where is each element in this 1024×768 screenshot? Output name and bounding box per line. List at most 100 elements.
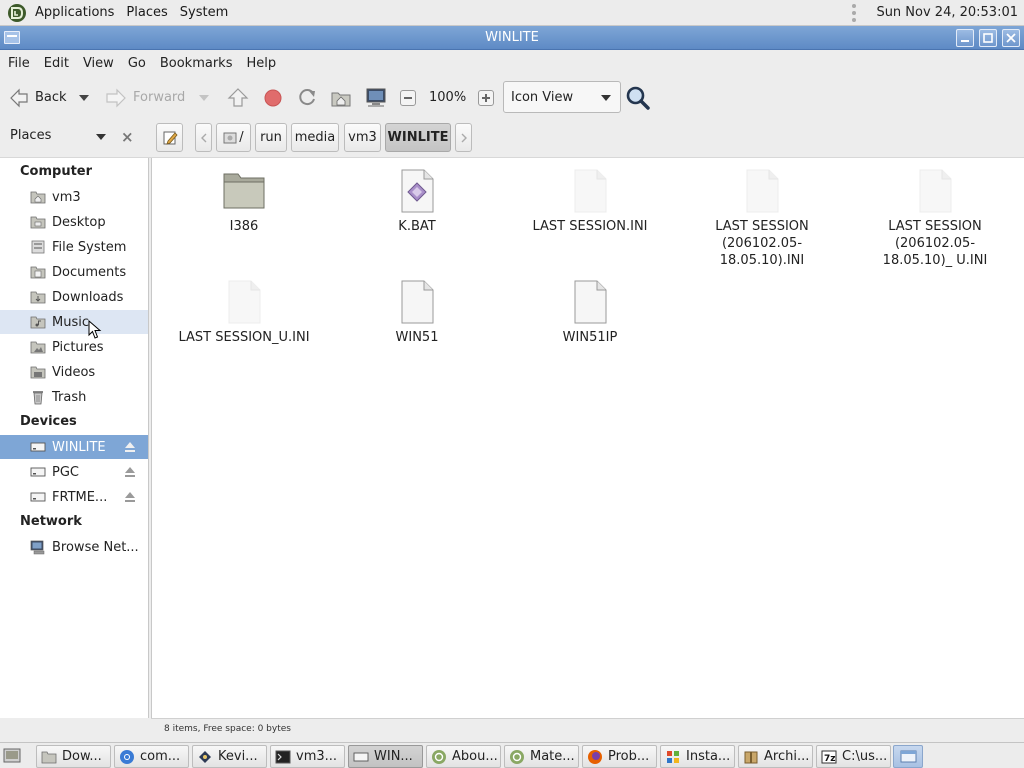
close-icon	[1006, 33, 1016, 43]
task-firefox[interactable]: Prob...	[582, 745, 657, 768]
zoom-level[interactable]: 100%	[429, 77, 466, 118]
task-archive[interactable]: Archi...	[738, 745, 813, 768]
forward-history-dropdown[interactable]	[198, 77, 210, 118]
breadcrumb-run[interactable]: run	[255, 123, 287, 152]
file-item-win51[interactable]: WIN51	[332, 279, 502, 346]
menu-edit[interactable]: Edit	[36, 50, 75, 77]
sidebar-item-videos[interactable]: Videos	[0, 360, 148, 384]
file-view[interactable]: I386 K.BAT LAST SESSION.INI LAST SESSION…	[151, 158, 1024, 718]
file-item-last-session-u-ini[interactable]: LAST SESSION_U.INI	[159, 279, 329, 346]
toggle-location-entry-button[interactable]	[156, 123, 183, 152]
sidebar-heading-network: Network	[20, 514, 82, 529]
zoom-in-button[interactable]	[478, 77, 494, 118]
sidebar-item-downloads[interactable]: Downloads	[0, 285, 148, 309]
breadcrumb-winlite[interactable]: WINLITE	[385, 123, 451, 152]
minimize-button[interactable]	[956, 29, 974, 47]
task-installer[interactable]: Insta...	[660, 745, 735, 768]
task-label: C:\us...	[842, 749, 888, 764]
maximize-button[interactable]	[979, 29, 997, 47]
menu-file[interactable]: File	[0, 50, 36, 77]
sidebar-item-trash[interactable]: Trash	[0, 385, 148, 409]
close-button[interactable]	[1002, 29, 1020, 47]
menu-go[interactable]: Go	[120, 50, 152, 77]
document-file-icon	[401, 280, 434, 324]
chevron-down-icon[interactable]	[96, 134, 106, 140]
file-item-last-session-dated-u-ini[interactable]: LAST SESSION (206102.05-18.05.10)_ U.INI	[850, 168, 1020, 269]
distro-logo-icon[interactable]	[7, 3, 27, 23]
close-sidebar-icon[interactable]: ×	[121, 128, 134, 146]
stop-button[interactable]	[263, 77, 283, 118]
file-item-i386[interactable]: I386	[159, 168, 329, 235]
breadcrumb-media[interactable]: media	[291, 123, 339, 152]
file-item-last-session-dated-ini[interactable]: LAST SESSION (206102.05-18.05.10).INI	[677, 168, 847, 269]
folder-icon	[223, 173, 265, 209]
view-mode-select[interactable]: Icon View	[503, 81, 621, 113]
task-mate[interactable]: Mate...	[504, 745, 579, 768]
system-menu[interactable]: System	[174, 0, 234, 26]
back-button[interactable]: Back	[8, 77, 67, 118]
zoom-out-button[interactable]	[400, 77, 416, 118]
eject-icon[interactable]	[124, 441, 136, 453]
sidebar-item-music[interactable]: Music	[0, 310, 148, 334]
panel-grip	[852, 4, 856, 22]
breadcrumb-scroll-left[interactable]	[195, 123, 212, 152]
videos-folder-icon	[30, 366, 46, 379]
sidebar-item-winlite[interactable]: WINLITE	[0, 435, 148, 459]
stop-icon	[264, 89, 282, 106]
sidebar-item-pictures[interactable]: Pictures	[0, 335, 148, 359]
forward-button[interactable]: Forward	[104, 77, 185, 118]
forward-arrow-icon	[106, 88, 126, 107]
sidebar-item-desktop[interactable]: Desktop	[0, 210, 148, 234]
file-name: LAST SESSION_U.INI	[178, 330, 310, 345]
places-menu[interactable]: Places	[120, 0, 173, 26]
zoom-out-icon	[400, 89, 416, 106]
applications-menu[interactable]: Applications	[29, 0, 120, 26]
sidebar-item-label: Videos	[52, 364, 96, 380]
sidebar-item-label: Trash	[52, 389, 87, 405]
drive-icon	[353, 752, 369, 761]
task-vm3-terminal[interactable]: vm3...	[270, 745, 345, 768]
mate-logo-icon	[510, 749, 524, 764]
task-downloads[interactable]: Dow...	[36, 745, 111, 768]
file-item-last-session-ini[interactable]: LAST SESSION.INI	[505, 168, 675, 235]
file-item-win51ip[interactable]: WIN51IP	[505, 279, 675, 346]
menu-bookmarks[interactable]: Bookmarks	[152, 50, 239, 77]
sidebar-item-browse-network[interactable]: Browse Net...	[0, 535, 148, 559]
task-label: com...	[140, 749, 181, 764]
sidebar-item-pgc[interactable]: PGC	[0, 460, 148, 484]
panel-clock[interactable]: Sun Nov 24, 20:53:01	[876, 0, 1018, 26]
sidebar-item-documents[interactable]: Documents	[0, 260, 148, 284]
window-titlebar[interactable]: WINLITE	[0, 26, 1024, 50]
workspace-switcher[interactable]	[893, 745, 923, 768]
downloads-folder-icon	[30, 291, 46, 304]
reload-button[interactable]	[296, 77, 318, 118]
task-label: vm3...	[296, 749, 338, 764]
show-desktop-icon[interactable]	[3, 748, 21, 764]
computer-button[interactable]	[364, 77, 388, 118]
task-chrome[interactable]: com...	[114, 745, 189, 768]
sidebar-mode-select[interactable]: Places	[10, 128, 51, 143]
eject-icon[interactable]	[124, 491, 136, 503]
search-button[interactable]	[625, 77, 651, 118]
task-7zip[interactable]: 7z C:\us...	[816, 745, 891, 768]
task-kevi[interactable]: Kevi...	[192, 745, 267, 768]
task-about[interactable]: Abou...	[426, 745, 501, 768]
back-history-dropdown[interactable]	[78, 77, 90, 118]
menu-view[interactable]: View	[75, 50, 120, 77]
file-name: I386	[229, 219, 259, 234]
sidebar-item-frtme[interactable]: FRTME...	[0, 485, 148, 509]
home-button[interactable]	[330, 77, 352, 118]
up-button[interactable]	[227, 77, 249, 118]
sidebar-item-file-system[interactable]: File System	[0, 235, 148, 259]
documents-folder-icon	[30, 266, 46, 279]
sidebar-item-vm3[interactable]: vm3	[0, 185, 148, 209]
breadcrumb-scroll-right[interactable]	[455, 123, 472, 152]
task-winlite[interactable]: WIN...	[348, 745, 423, 768]
breadcrumb-vm3[interactable]: vm3	[344, 123, 381, 152]
status-bar: 8 items, Free space: 0 bytes	[151, 718, 1024, 742]
eject-icon[interactable]	[124, 466, 136, 478]
menu-help[interactable]: Help	[238, 50, 282, 77]
file-item-k-bat[interactable]: K.BAT	[332, 168, 502, 235]
breadcrumb-label: media	[294, 130, 336, 145]
breadcrumb-root[interactable]: /	[216, 123, 251, 152]
